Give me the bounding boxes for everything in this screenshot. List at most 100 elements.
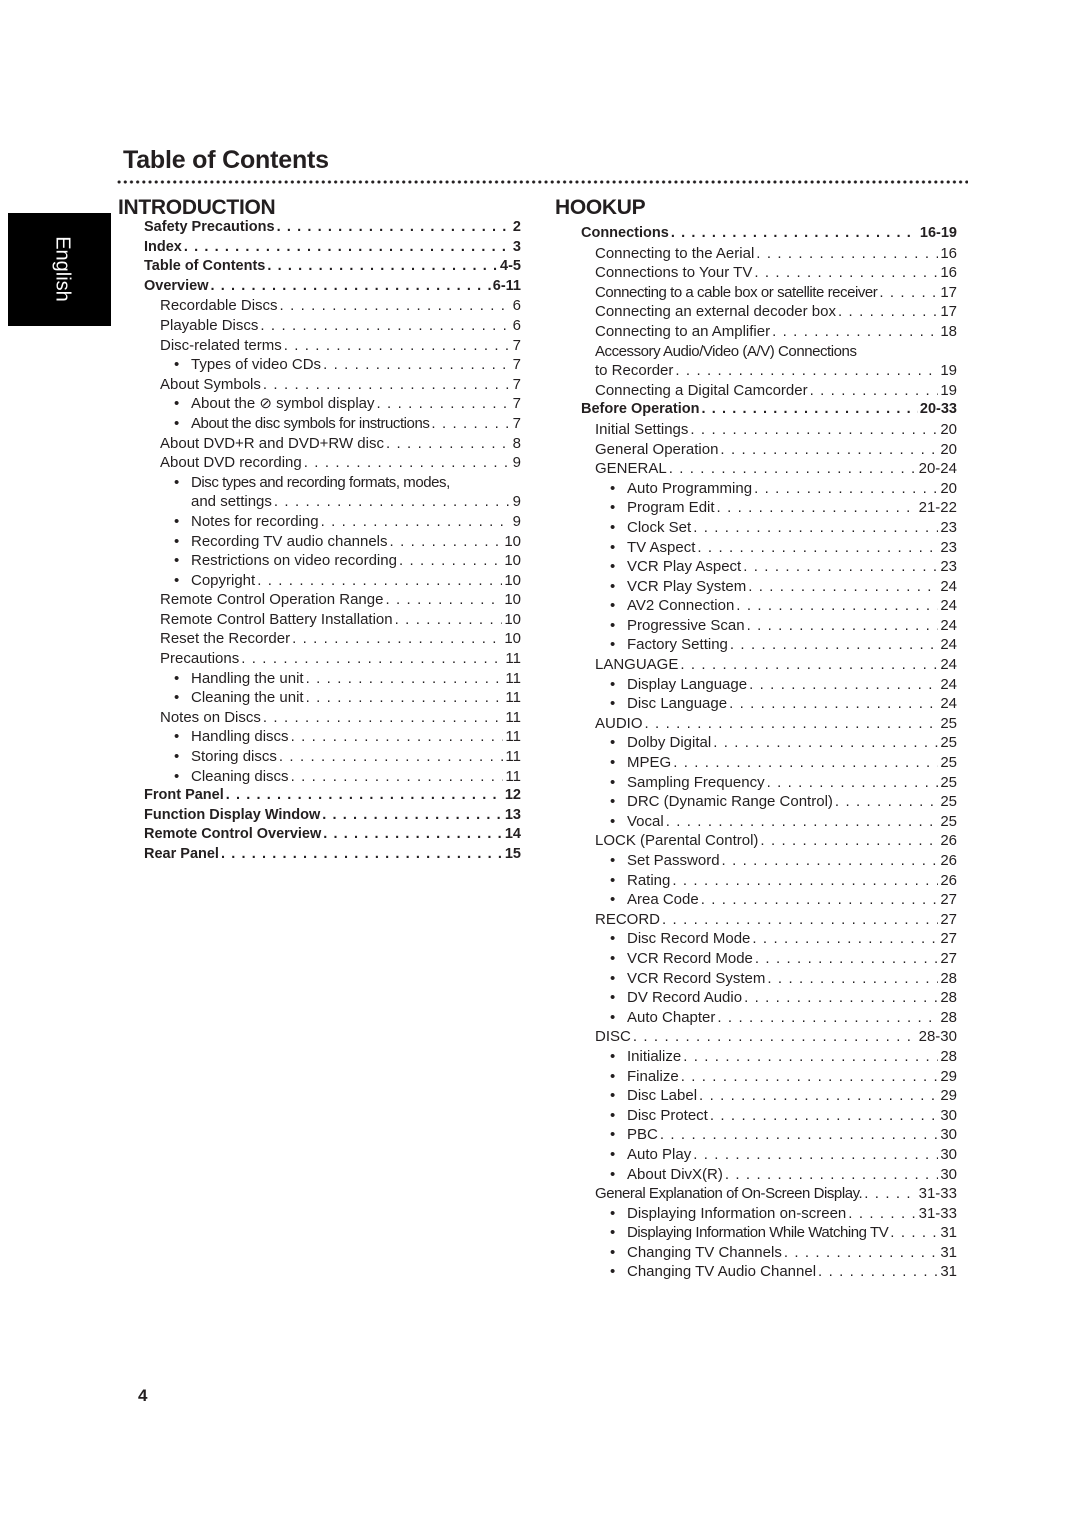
toc-entry[interactable]: • Display Language 24	[555, 675, 957, 695]
toc-entry[interactable]: • Disc Language 24	[555, 694, 957, 714]
toc-entry[interactable]: Safety Precautions 2	[118, 218, 521, 238]
toc-entry[interactable]: Initial Settings 20	[555, 420, 957, 440]
toc-entry-label: General Explanation of On-Screen Display…	[595, 1185, 863, 1203]
toc-entry-label: Disc Protect	[627, 1106, 708, 1124]
toc-entry[interactable]: • Disc types and recording formats, modes…	[118, 473, 521, 493]
toc-entry[interactable]: Connecting an external decoder box 17	[555, 302, 957, 322]
toc-entry[interactable]: • Set Password 26	[555, 851, 957, 871]
toc-entry[interactable]: • Copyright 10	[118, 571, 521, 591]
toc-entry[interactable]: Recordable Discs 6	[118, 296, 521, 316]
toc-entry[interactable]: • About the ⊘ symbol display 7	[118, 394, 521, 414]
toc-entry[interactable]: Connecting to a cable box or satellite r…	[555, 283, 957, 303]
toc-entry[interactable]: Function Display Window 13	[118, 806, 521, 826]
dot-leader	[226, 786, 503, 806]
toc-entry[interactable]: Index 3	[118, 238, 521, 258]
dot-leader	[701, 890, 939, 910]
toc-entry[interactable]: Before Operation 20-33	[555, 400, 957, 420]
toc-entry[interactable]: • Disc Protect 30	[555, 1106, 957, 1126]
toc-entry[interactable]: • Area Code 27	[555, 890, 957, 910]
toc-entry[interactable]: Remote Control Overview 14	[118, 825, 521, 845]
toc-entry[interactable]: to Recorder 19	[555, 361, 957, 381]
toc-entry[interactable]: • TV Aspect 23	[555, 538, 957, 558]
toc-entry[interactable]: • Storing discs 11	[118, 747, 521, 767]
toc-entry[interactable]: • Program Edit 21-22	[555, 498, 957, 518]
toc-entry[interactable]: AUDIO 25	[555, 714, 957, 734]
toc-entry[interactable]: • Handling the unit 11	[118, 669, 521, 689]
toc-entry-page: 25	[940, 812, 957, 830]
toc-entry[interactable]: General Explanation of On-Screen Display…	[555, 1184, 957, 1204]
toc-entry[interactable]: • Sampling Frequency 25	[555, 773, 957, 793]
toc-entry[interactable]: • Restrictions on video recording 10	[118, 551, 521, 571]
toc-entry-page: 20	[940, 440, 957, 458]
toc-entry[interactable]: About DVD+R and DVD+RW disc 8	[118, 434, 521, 454]
toc-entry[interactable]: • Finalize 29	[555, 1067, 957, 1087]
toc-entry[interactable]: • Displaying Information While Watching T…	[555, 1223, 957, 1243]
toc-entry-label: Connecting to an Amplifier	[595, 322, 771, 340]
toc-entry[interactable]: • Disc Record Mode 27	[555, 929, 957, 949]
toc-entry[interactable]: Overview 6-11	[118, 277, 521, 297]
toc-entry[interactable]: • Handling discs 11	[118, 727, 521, 747]
toc-entry[interactable]: • Rating 26	[555, 871, 957, 891]
toc-entry[interactable]: DISC 28-30	[555, 1027, 957, 1047]
toc-entry[interactable]: General Operation 20	[555, 440, 957, 460]
toc-entry[interactable]: Connecting a Digital Camcorder 19	[555, 381, 957, 401]
toc-entry-page: 21-22	[918, 499, 957, 517]
toc-entry[interactable]: • DRC (Dynamic Range Control) 25	[555, 792, 957, 812]
toc-entry[interactable]: • PBC 30	[555, 1125, 957, 1145]
toc-entry[interactable]: • Cleaning discs 11	[118, 767, 521, 787]
toc-entry[interactable]: Connecting to an Amplifier 18	[555, 322, 957, 342]
toc-entry[interactable]: and settings 9	[118, 492, 521, 512]
toc-entry[interactable]: • Clock Set 23	[555, 518, 957, 538]
toc-entry[interactable]: • Recording TV audio channels 10	[118, 532, 521, 552]
toc-entry[interactable]: • VCR Play Aspect 23	[555, 557, 957, 577]
toc-entry[interactable]: • Auto Play 30	[555, 1145, 957, 1165]
toc-entry[interactable]: • Changing TV Channels 31	[555, 1243, 957, 1263]
toc-entry[interactable]: • VCR Record System 28	[555, 969, 957, 989]
toc-entry[interactable]: • DV Record Audio 28	[555, 988, 957, 1008]
toc-entry[interactable]: Precautions 11	[118, 649, 521, 669]
toc-entry[interactable]: • About the disc symbols for instructions…	[118, 414, 521, 434]
toc-entry[interactable]: • Factory Setting 24	[555, 635, 957, 655]
toc-entry[interactable]: RECORD 27	[555, 910, 957, 930]
toc-entry-label: Copyright	[191, 571, 256, 589]
toc-entry[interactable]: • Auto Chapter 28	[555, 1008, 957, 1028]
toc-entry[interactable]: • Cleaning the unit 11	[118, 688, 521, 708]
dot-leader	[263, 375, 511, 395]
toc-entry[interactable]: Connecting to the Aerial 16	[555, 244, 957, 264]
toc-entry[interactable]: • Initialize 28	[555, 1047, 957, 1067]
toc-entry[interactable]: • Notes for recording 9	[118, 512, 521, 532]
toc-entry[interactable]: • MPEG 25	[555, 753, 957, 773]
toc-entry[interactable]: • VCR Play System 24	[555, 577, 957, 597]
toc-entry[interactable]: • Displaying Information on-screen 31-33	[555, 1204, 957, 1224]
dot-leader	[818, 1262, 938, 1282]
toc-entry[interactable]: Notes on Discs 11	[118, 708, 521, 728]
toc-entry[interactable]: Remote Control Operation Range 10	[118, 590, 521, 610]
toc-entry[interactable]: Front Panel 12	[118, 786, 521, 806]
bullet-icon: •	[610, 969, 616, 987]
toc-entry[interactable]: Rear Panel 15	[118, 845, 521, 865]
toc-entry[interactable]: • Dolby Digital 25	[555, 733, 957, 753]
toc-entry[interactable]: • Disc Label 29	[555, 1086, 957, 1106]
toc-entry[interactable]: • Progressive Scan 24	[555, 616, 957, 636]
dot-leader	[749, 675, 938, 695]
toc-entry[interactable]: GENERAL 20-24	[555, 459, 957, 479]
toc-entry[interactable]: LOCK (Parental Control) 26	[555, 831, 957, 851]
toc-entry[interactable]: Remote Control Battery Installation 10	[118, 610, 521, 630]
toc-entry[interactable]: LANGUAGE 24	[555, 655, 957, 675]
toc-entry[interactable]: Accessory Audio/Video (A/V) Connections	[555, 342, 957, 362]
toc-entry[interactable]: Connections 16-19	[555, 224, 957, 244]
toc-entry[interactable]: • VCR Record Mode 27	[555, 949, 957, 969]
toc-entry[interactable]: • Changing TV Audio Channel 31	[555, 1262, 957, 1282]
toc-entry[interactable]: Reset the Recorder 10	[118, 629, 521, 649]
toc-entry[interactable]: Connections to Your TV 16	[555, 263, 957, 283]
toc-entry[interactable]: Table of Contents 4-5	[118, 257, 521, 277]
toc-entry[interactable]: Playable Discs 6	[118, 316, 521, 336]
toc-entry[interactable]: • Types of video CDs 7	[118, 355, 521, 375]
toc-entry[interactable]: • Vocal 25	[555, 812, 957, 832]
toc-entry[interactable]: About DVD recording 9	[118, 453, 521, 473]
toc-entry[interactable]: • About DivX(R) 30	[555, 1165, 957, 1185]
toc-entry[interactable]: About Symbols 7	[118, 375, 521, 395]
toc-entry[interactable]: • AV2 Connection 24	[555, 596, 957, 616]
toc-entry[interactable]: • Auto Programming 20	[555, 479, 957, 499]
toc-entry[interactable]: Disc-related terms 7	[118, 336, 521, 356]
